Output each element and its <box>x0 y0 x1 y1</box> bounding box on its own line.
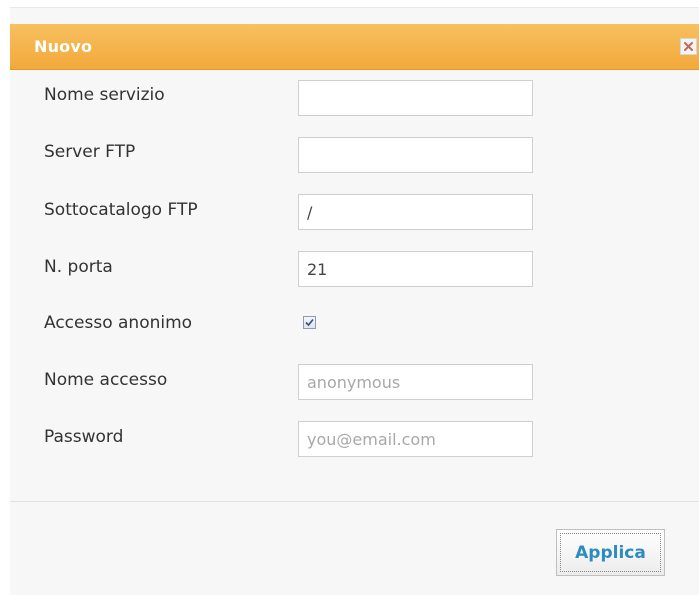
dialog-title: Nuovo <box>34 37 93 56</box>
apply-button[interactable]: Applica <box>556 529 665 576</box>
service-name-input[interactable] <box>298 80 533 116</box>
checkmark-icon <box>305 318 314 327</box>
login-name-input[interactable] <box>298 364 533 400</box>
port-label: N. porta <box>44 257 113 277</box>
close-button[interactable] <box>680 38 697 55</box>
dialog-titlebar: Nuovo <box>10 24 699 70</box>
login-name-label: Nome accesso <box>44 370 168 390</box>
close-icon <box>684 42 693 51</box>
password-input[interactable] <box>298 421 533 457</box>
password-label: Password <box>44 427 124 447</box>
ftp-subdir-input[interactable] <box>298 194 533 230</box>
service-name-label: Nome servizio <box>44 85 165 105</box>
port-input[interactable] <box>298 251 533 287</box>
footer-divider <box>10 501 699 502</box>
anonymous-access-checkbox[interactable] <box>303 316 316 329</box>
ftp-subdir-label: Sottocatalogo FTP <box>44 200 198 220</box>
ftp-server-input[interactable] <box>298 137 533 173</box>
ftp-server-label: Server FTP <box>44 142 136 162</box>
anonymous-access-label: Accesso anonimo <box>44 313 193 333</box>
dialog: Nuovo Nome servizio Server FTP Sottocata… <box>10 7 699 595</box>
focus-ring <box>560 533 661 572</box>
